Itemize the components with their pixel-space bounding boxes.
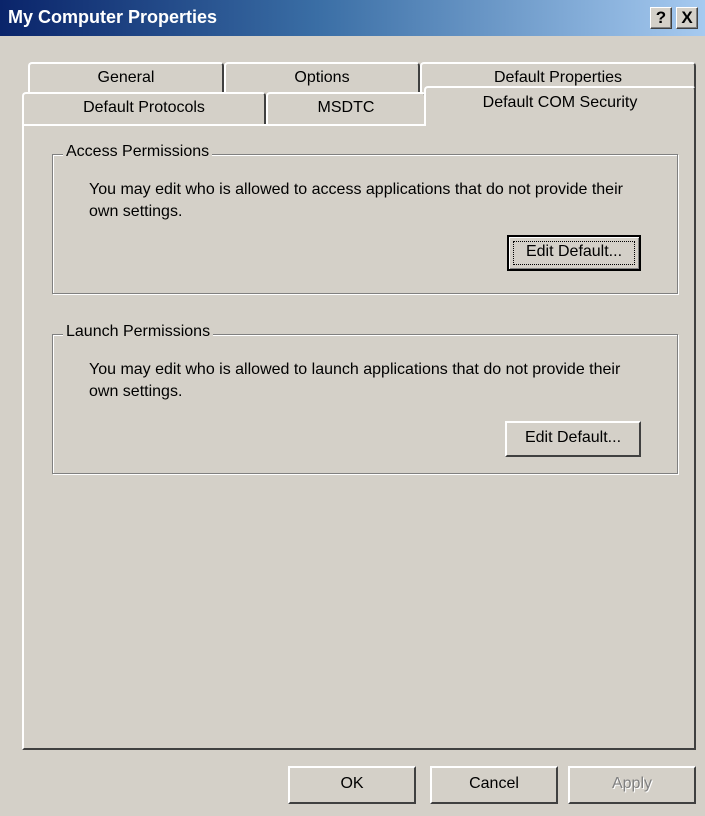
close-button[interactable]: X: [676, 7, 698, 29]
tab-default-com-security[interactable]: Default COM Security: [424, 86, 696, 126]
launch-edit-default-label: Edit Default...: [524, 429, 622, 446]
cancel-button[interactable]: Cancel: [430, 766, 558, 804]
window-title: My Computer Properties: [8, 7, 218, 27]
access-permissions-group: Access Permissions You may edit who is a…: [52, 143, 678, 294]
tab-default-protocols[interactable]: Default Protocols: [22, 92, 266, 124]
tab-general[interactable]: General: [28, 62, 224, 94]
tab-msdtc[interactable]: MSDTC: [266, 92, 426, 124]
launch-permissions-label: Launch Permissions: [63, 323, 214, 341]
properties-dialog: My Computer Properties ? X General Optio…: [0, 0, 705, 816]
access-edit-default-label: Edit Default...: [525, 243, 623, 260]
apply-button[interactable]: Apply: [568, 766, 696, 804]
launch-permissions-group: Launch Permissions You may edit who is a…: [52, 323, 678, 474]
tab-options[interactable]: Options: [224, 62, 420, 94]
help-button[interactable]: ?: [650, 7, 672, 29]
access-permissions-label: Access Permissions: [63, 143, 213, 161]
launch-edit-default-button[interactable]: Edit Default...: [505, 421, 641, 457]
access-edit-default-button[interactable]: Edit Default...: [507, 235, 641, 271]
cancel-label: Cancel: [469, 775, 519, 792]
apply-label: Apply: [611, 775, 653, 792]
title-bar[interactable]: My Computer Properties ? X: [0, 0, 705, 36]
ok-label: OK: [340, 775, 364, 792]
ok-button[interactable]: OK: [288, 766, 416, 804]
access-permissions-description: You may edit who is allowed to access ap…: [89, 181, 623, 220]
launch-permissions-description: You may edit who is allowed to launch ap…: [89, 361, 621, 400]
